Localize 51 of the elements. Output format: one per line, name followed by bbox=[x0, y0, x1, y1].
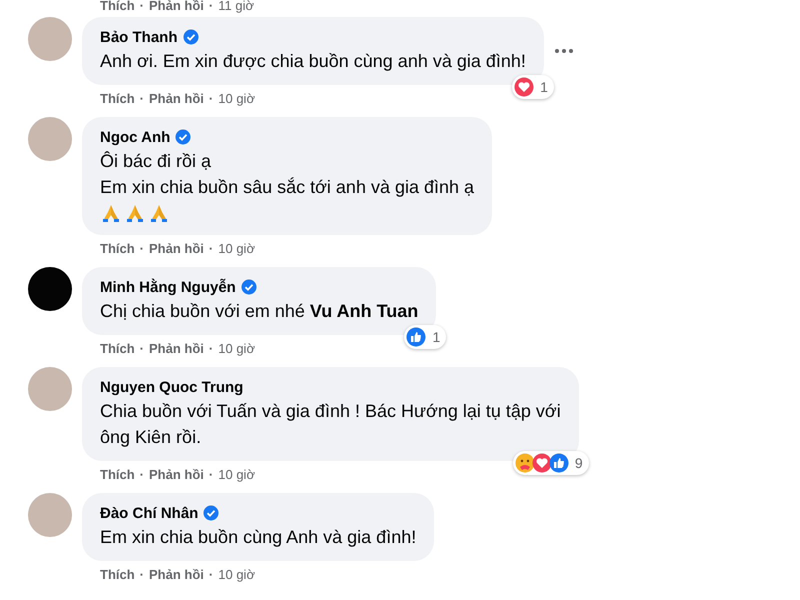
reply-link[interactable]: Phản hồi bbox=[149, 240, 204, 256]
comment-text: Chia buồn với Tuấn và gia đình ! Bác Hướng lại tụ tập với bbox=[100, 400, 561, 423]
separator-dot: · bbox=[208, 90, 214, 106]
timestamp[interactable]: 10 giờ bbox=[218, 240, 255, 256]
comment-text: ông Kiên rồi. bbox=[100, 426, 202, 449]
separator-dot: · bbox=[208, 566, 214, 582]
reply-link[interactable]: Phản hồi bbox=[149, 466, 204, 482]
separator-dot: · bbox=[140, 240, 144, 256]
separator-dot: · bbox=[140, 466, 144, 482]
timestamp[interactable]: 10 giờ bbox=[218, 90, 255, 106]
reaction-summary[interactable]: 1 bbox=[404, 325, 446, 349]
timestamp[interactable]: 11 giờ bbox=[218, 0, 254, 12]
comment-text: Em xin chia buồn sâu sắc tới anh và gia đình ạ bbox=[100, 176, 474, 199]
author-name[interactable]: Minh Hằng Nguyễn bbox=[100, 278, 236, 296]
heart-reaction-icon bbox=[514, 77, 534, 97]
timestamp[interactable]: 10 giờ bbox=[218, 566, 255, 582]
comment-text: Anh ơi. Em xin được chia buồn cùng anh và gia đình! bbox=[100, 50, 526, 73]
thumbs-up-reaction-icon bbox=[406, 327, 426, 347]
reaction-summary[interactable]: 1 bbox=[512, 75, 554, 99]
separator-dot: · bbox=[208, 466, 214, 482]
separator-dot: · bbox=[208, 340, 214, 356]
avatar-photo[interactable] bbox=[28, 267, 72, 311]
reply-link[interactable]: Phản hồi bbox=[149, 90, 204, 106]
like-link[interactable]: Thích bbox=[100, 466, 135, 482]
like-link[interactable]: Thích bbox=[100, 0, 135, 12]
reply-link[interactable]: Phản hồi bbox=[149, 566, 204, 582]
separator-dot: · bbox=[140, 0, 144, 12]
separator-dot: · bbox=[140, 566, 144, 582]
reply-link[interactable]: Phản hồi bbox=[149, 340, 204, 356]
more-options-icon[interactable] bbox=[554, 48, 574, 54]
like-link[interactable]: Thích bbox=[100, 240, 135, 256]
author-name[interactable]: Nguyen Quoc Trung bbox=[100, 378, 244, 396]
like-link[interactable]: Thích bbox=[100, 90, 135, 106]
author-name[interactable]: Đào Chí Nhân bbox=[100, 504, 198, 522]
like-link[interactable]: Thích bbox=[100, 566, 135, 582]
separator-dot: · bbox=[208, 240, 214, 256]
comment-text: Em xin chia buồn cùng Anh và gia đình! bbox=[100, 526, 416, 549]
thumbs-up-reaction-icon bbox=[548, 453, 569, 473]
separator-dot: · bbox=[140, 340, 144, 356]
author-name[interactable]: Ngoc Anh bbox=[100, 128, 170, 146]
heart-reaction-icon bbox=[532, 453, 552, 473]
separator-dot: · bbox=[208, 0, 214, 12]
timestamp[interactable]: 10 giờ bbox=[218, 340, 255, 356]
hug-reaction-icon bbox=[514, 453, 535, 473]
comment-text: Chị chia buồn với em nhé Vu Anh Tuan bbox=[100, 300, 418, 323]
timestamp[interactable]: 10 giờ bbox=[218, 466, 255, 482]
reaction-summary[interactable]: 9 bbox=[512, 451, 589, 475]
author-name[interactable]: Bảo Thanh bbox=[100, 28, 178, 46]
separator-dot: · bbox=[140, 90, 144, 106]
comment-text: Ôi bác đi rồi ạ bbox=[100, 150, 212, 173]
like-link[interactable]: Thích bbox=[100, 340, 135, 356]
